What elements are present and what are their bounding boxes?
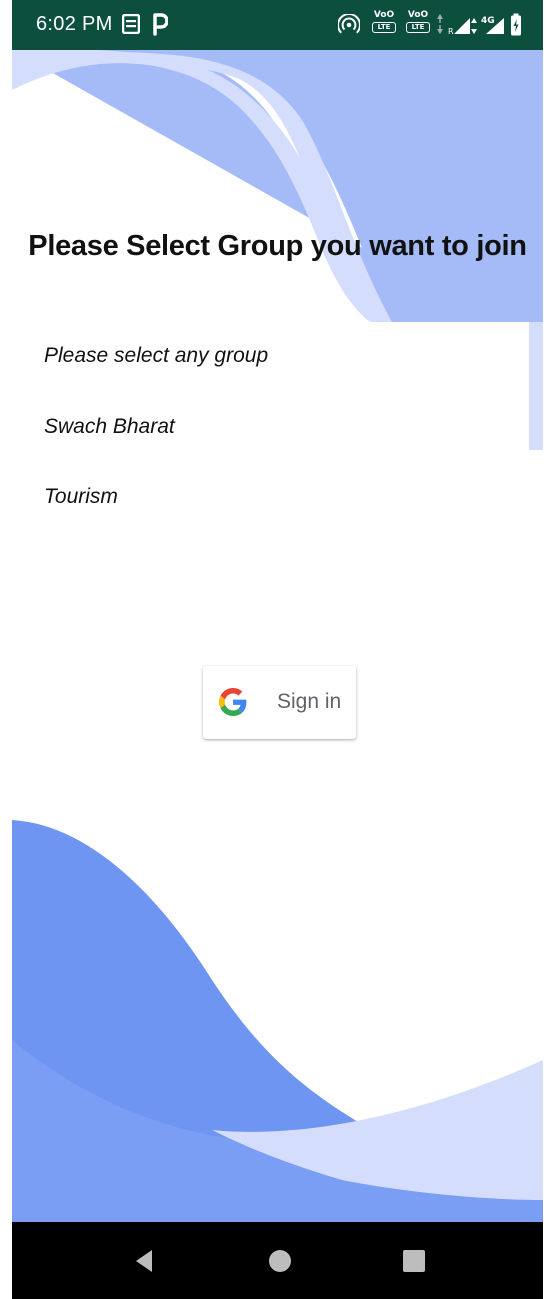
status-time: 6:02 PM: [36, 13, 113, 35]
home-icon[interactable]: [265, 1246, 295, 1276]
group-option-placeholder[interactable]: Please select any group: [44, 344, 268, 368]
svg-text:R: R: [448, 27, 454, 36]
group-option-swach-bharat[interactable]: Swach Bharat: [44, 415, 175, 439]
group-option-tourism[interactable]: Tourism: [44, 485, 118, 509]
battery-charging-icon: [510, 13, 522, 43]
status-bar: 6:02 PM VoO LTE VoO LTE R 4G: [12, 0, 543, 50]
back-icon[interactable]: [130, 1246, 160, 1276]
parking-app-icon: [152, 12, 169, 42]
volte-bottom-text: LTE: [406, 22, 430, 33]
volte-top-text: VoO: [407, 10, 429, 20]
recents-icon[interactable]: [399, 1246, 429, 1276]
volte-bottom-text: LTE: [372, 22, 396, 33]
hotspot-icon: [337, 13, 361, 42]
network-type-label: 4G: [481, 16, 495, 26]
page-title: Please Select Group you want to join: [28, 230, 527, 262]
notes-icon: [121, 13, 141, 40]
navigation-bar: [12, 1222, 543, 1299]
app-screen: 6:02 PM VoO LTE VoO LTE R 4G Please Sele…: [12, 0, 543, 1299]
signin-label: Sign in: [277, 690, 342, 713]
group-select-list[interactable]: Please select any group Swach Bharat Tou…: [12, 322, 529, 508]
google-signin-button[interactable]: Sign in: [203, 666, 356, 739]
main-content: Please Select Group you want to join Ple…: [12, 50, 543, 1222]
signal-icon: R 4G: [448, 14, 508, 42]
volte-icon: VoO LTE: [372, 10, 396, 33]
data-arrows-icon: [436, 12, 444, 42]
google-g-icon: [219, 688, 247, 716]
volte-top-text: VoO: [373, 10, 395, 20]
volte-icon: VoO LTE: [406, 10, 430, 33]
